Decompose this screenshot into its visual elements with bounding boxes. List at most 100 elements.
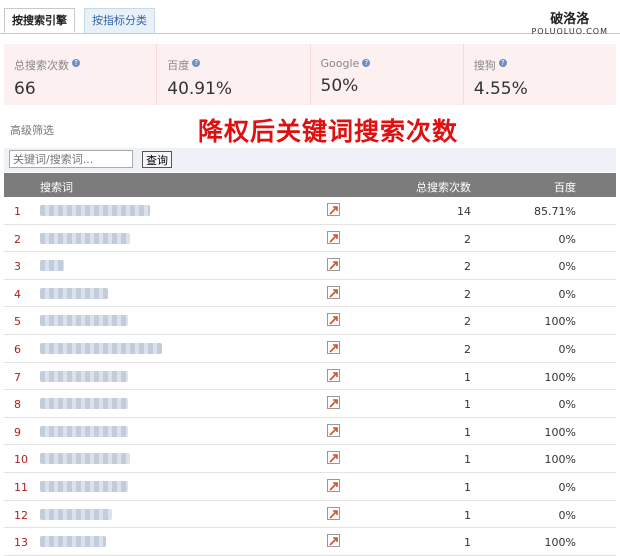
keyword-blurred[interactable] [40,453,130,465]
row-number: 3 [14,260,21,274]
row-number: 5 [14,315,21,329]
help-icon[interactable]: ? [362,59,371,67]
external-link-icon[interactable] [327,203,340,216]
row-baidu-share: 100% [544,315,576,329]
summary-stats: 总搜索次数? 66 百度? 40.91% Google? 50% 搜狗? 4.5… [4,44,616,105]
tab-bar: 按搜索引擎 按指标分类 破洛洛 POLUOLUO.COM [0,0,620,36]
row-baidu-share: 100% [544,453,576,467]
row-baidu-share: 100% [544,425,576,439]
row-total-count: 1 [464,398,471,412]
header-keyword: 搜索词 [40,181,73,194]
table-row: 10 1 100% [4,445,616,473]
keyword-blurred[interactable] [40,342,162,354]
row-total-count: 2 [464,315,471,329]
stat-label: 总搜索次数 [14,59,69,72]
row-number: 13 [14,536,28,550]
row-total-count: 1 [464,370,471,384]
external-link-icon[interactable] [327,340,340,354]
row-total-count: 1 [464,536,471,550]
keyword-blurred[interactable] [40,315,128,327]
site-watermark: 破洛洛 POLUOLUO.COM [531,8,608,36]
search-bar: 查询 [4,148,616,172]
search-button[interactable]: 查询 [142,151,172,168]
watermark-en: POLUOLUO.COM [531,27,608,36]
row-number: 11 [14,480,28,494]
help-icon[interactable]: ? [192,59,201,67]
table-row: 9 1 100% [4,418,616,446]
keyword-blurred[interactable] [40,370,128,382]
row-number: 8 [14,398,21,412]
table-header: 搜索词 总搜索次数 百度 [4,173,616,197]
external-link-icon[interactable] [327,423,340,437]
row-baidu-share: 0% [558,260,576,274]
row-number: 1 [14,205,21,218]
external-link-icon[interactable] [327,478,340,492]
stat-total: 总搜索次数? 66 [4,44,158,105]
stat-value: 4.55% [473,79,528,99]
row-baidu-share: 100% [544,370,576,384]
row-baidu-share: 0% [558,232,576,246]
keyword-blurred[interactable] [40,398,128,410]
table-row: 8 1 0% [4,390,616,418]
table-row: 7 1 100% [4,363,616,391]
table-row: 4 2 0% [4,280,616,308]
search-input[interactable] [9,150,133,168]
external-link-icon[interactable] [327,313,340,327]
table-row: 1 14 85.71% [4,197,616,225]
row-baidu-share: 0% [558,287,576,301]
external-link-icon[interactable] [327,258,340,272]
external-link-icon[interactable] [327,285,340,299]
external-link-icon[interactable] [327,396,340,410]
stat-value: 40.91% [167,79,233,99]
row-number: 2 [14,232,21,246]
keyword-blurred[interactable] [40,480,128,492]
keyword-table: 1 14 85.71% 2 2 0% 3 2 0% 4 2 0% 5 2 100% 6 2 0% 7 1 100% 8 1 0… [4,197,616,556]
help-icon[interactable]: ? [498,59,507,67]
external-link-icon[interactable] [327,230,340,244]
table-row: 5 2 100% [4,307,616,335]
keyword-blurred[interactable] [40,425,128,437]
external-link-icon[interactable] [327,451,340,465]
keyword-blurred[interactable] [40,260,64,272]
watermark-cn: 破洛洛 [550,12,590,27]
stat-label: 搜狗 [473,59,496,72]
row-total-count: 1 [464,425,471,439]
keyword-blurred[interactable] [40,508,112,520]
row-total-count: 2 [464,342,471,356]
row-number: 4 [14,287,21,301]
header-total[interactable]: 总搜索次数 [416,179,471,195]
table-row: 12 1 0% [4,501,616,529]
row-total-count: 1 [464,508,471,522]
table-row: 11 1 0% [4,473,616,501]
row-total-count: 2 [464,287,471,301]
stat-label: Google [320,57,360,70]
row-number: 10 [14,453,28,467]
table-row: 3 2 0% [4,252,616,280]
external-link-icon[interactable] [327,506,340,520]
keyword-blurred[interactable] [40,536,106,548]
keyword-blurred[interactable] [40,205,150,216]
row-baidu-share: 85.71% [534,205,576,218]
stat-value: 66 [14,79,36,99]
tab-by-engine[interactable]: 按搜索引擎 [4,8,75,33]
external-link-icon[interactable] [327,534,340,548]
table-row: 6 2 0% [4,335,616,363]
advanced-filter-link[interactable]: 高级筛选 [10,122,54,138]
table-row: 2 2 0% [4,225,616,253]
stat-baidu: 百度? 40.91% [157,44,311,105]
row-baidu-share: 0% [558,480,576,494]
stat-value: 50% [320,76,359,96]
row-total-count: 14 [457,205,471,218]
row-number: 9 [14,425,21,439]
annotation-banner: 降权后关键词搜索次数 [198,117,459,146]
keyword-blurred[interactable] [40,287,108,299]
row-baidu-share: 0% [558,342,576,356]
row-number: 12 [14,508,28,522]
keyword-blurred[interactable] [40,232,130,244]
tab-by-metric[interactable]: 按指标分类 [84,8,155,33]
external-link-icon[interactable] [327,368,340,382]
row-total-count: 1 [464,480,471,494]
stat-sogou: 搜狗? 4.55% [464,44,616,105]
help-icon[interactable]: ? [72,59,80,67]
header-baidu[interactable]: 百度 [554,179,576,195]
